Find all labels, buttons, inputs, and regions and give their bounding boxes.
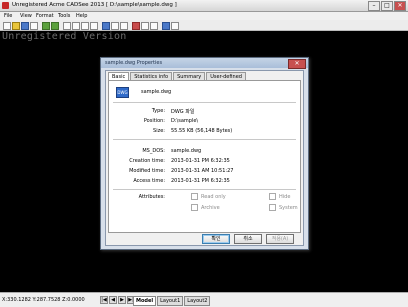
folder-icon[interactable] <box>12 22 20 30</box>
divider <box>113 189 296 190</box>
markup-icon[interactable] <box>132 22 140 30</box>
window-title: Unregistered Acme CADSee 2013 [ D:\sampl… <box>12 2 177 8</box>
archive-checkbox[interactable]: Archive <box>191 204 220 211</box>
layer-icon[interactable] <box>102 22 110 30</box>
archive-label: Archive <box>201 205 220 211</box>
creation-time-value: 2013-01-31 PM 6:32:35 <box>171 158 230 164</box>
access-time-label: Access time: <box>133 178 165 184</box>
size-label: Size: <box>153 128 165 134</box>
tab-model[interactable]: Model <box>133 296 157 306</box>
coordinates-readout: X:330.1282 Y:287.7528 Z:0.0000 <box>2 297 85 303</box>
checkbox-box <box>269 193 276 200</box>
close-button[interactable]: ✕ <box>394 1 406 11</box>
menu-tools[interactable]: Tools <box>58 13 70 19</box>
hide-checkbox[interactable]: Hide <box>269 193 290 200</box>
status-bar: X:330.1282 Y:287.7528 Z:0.0000 |◀ ◀ ▶ ▶|… <box>0 292 408 307</box>
app-window: Unregistered Acme CADSee 2013 [ D:\sampl… <box>0 0 408 307</box>
creation-time-label: Creation time: <box>129 158 165 164</box>
read-only-checkbox[interactable]: Read only <box>191 193 226 200</box>
menu-bar: File View Format Tools Help <box>0 12 408 20</box>
next-layout-button[interactable]: ▶ <box>118 296 126 304</box>
checkbox-box <box>191 193 198 200</box>
flip-icon[interactable] <box>150 22 158 30</box>
msdos-label: MS_DOS: <box>142 148 165 154</box>
settings-icon[interactable] <box>171 22 179 30</box>
size-value: 55.55 KB (56,148 Bytes) <box>171 128 233 134</box>
divider <box>113 139 296 140</box>
position-value: D:\sample\ <box>171 118 199 124</box>
zoom-window-icon[interactable] <box>81 22 89 30</box>
unregistered-watermark: Unregistered Version <box>2 31 127 42</box>
ok-button[interactable]: 확인 <box>202 234 230 244</box>
dialog-title-bar[interactable]: sample.dwg Properties ✕ <box>101 58 308 69</box>
file-name: sample.dwg <box>141 89 172 95</box>
access-time-value: 2013-01-31 PM 6:32:35 <box>171 178 230 184</box>
dialog-title: sample.dwg Properties <box>105 60 163 66</box>
type-value: DWG 파일 <box>171 109 195 115</box>
menu-format[interactable]: Format <box>36 13 54 19</box>
menu-help[interactable]: Help <box>76 13 87 19</box>
hide-label: Hide <box>279 194 291 200</box>
tab-layout2[interactable]: Layout2 <box>184 296 211 306</box>
app-logo-icon <box>2 2 9 9</box>
back-icon[interactable] <box>42 22 50 30</box>
basic-panel: DWG sample.dwg Type: DWG 파일 Position: D:… <box>108 80 301 233</box>
modified-time-label: Modified time: <box>129 168 165 174</box>
position-label: Position: <box>143 118 165 124</box>
read-only-label: Read only <box>201 194 226 200</box>
menu-file[interactable]: File <box>4 13 12 19</box>
system-checkbox[interactable]: System <box>269 204 298 211</box>
title-bar: Unregistered Acme CADSee 2013 [ D:\sampl… <box>0 0 408 12</box>
zoom-in-icon[interactable] <box>63 22 71 30</box>
menu-view[interactable]: View <box>20 13 32 19</box>
modified-time-value: 2013-01-31 AM 10:51:27 <box>171 168 234 174</box>
apply-button[interactable]: 적용(A) <box>266 234 294 244</box>
zoom-out-icon[interactable] <box>72 22 80 30</box>
minimize-button[interactable]: – <box>368 1 380 11</box>
cancel-button[interactable]: 취소 <box>234 234 262 244</box>
type-label: Type: <box>151 108 165 114</box>
attributes-label: Attributes: <box>138 194 165 200</box>
rotate-icon[interactable] <box>141 22 149 30</box>
toolbar <box>0 20 408 31</box>
divider <box>113 102 296 103</box>
msdos-value: sample.dwg <box>171 148 202 154</box>
dialog-close-button[interactable]: ✕ <box>288 59 306 69</box>
pan-icon[interactable] <box>90 22 98 30</box>
dialog-body: Basic Statistics info Summary User-defin… <box>105 70 304 246</box>
first-layout-button[interactable]: |◀ <box>100 296 108 304</box>
measure-icon[interactable] <box>111 22 119 30</box>
checkbox-box <box>269 204 276 211</box>
save-icon[interactable] <box>21 22 29 30</box>
dwg-file-icon: DWG <box>116 87 129 98</box>
checkbox-box <box>191 204 198 211</box>
system-label: System <box>279 205 298 211</box>
tab-layout1[interactable]: Layout1 <box>157 296 184 306</box>
properties-dialog: sample.dwg Properties ✕ Basic Statistics… <box>100 57 309 250</box>
prev-layout-button[interactable]: ◀ <box>109 296 117 304</box>
maximize-button[interactable]: □ <box>381 1 393 11</box>
open-icon[interactable] <box>3 22 11 30</box>
print-icon[interactable] <box>30 22 38 30</box>
forward-icon[interactable] <box>51 22 59 30</box>
text-icon[interactable] <box>120 22 128 30</box>
info-icon[interactable] <box>162 22 170 30</box>
